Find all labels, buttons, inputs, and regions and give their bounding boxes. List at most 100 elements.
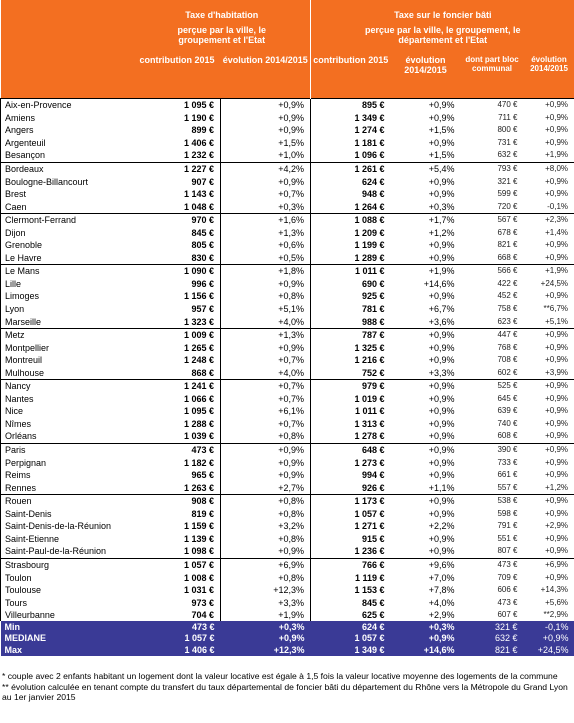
tf-contribution: 925 € bbox=[310, 290, 391, 303]
th-contribution: 1 248 € bbox=[183, 355, 214, 366]
tf-evolution: +0,9% bbox=[390, 632, 461, 645]
th-subtitle: perçue par la ville, le groupement et l'… bbox=[133, 22, 312, 55]
th-evolution: +12,3% bbox=[220, 644, 311, 656]
th-contribution: 1 057 € bbox=[133, 632, 221, 645]
bloc-communal-part: 791 € bbox=[497, 521, 518, 531]
th-contribution: 973 € bbox=[191, 597, 214, 608]
tf-contribution: 1 173 € bbox=[310, 493, 391, 508]
tf-contribution: 1 153 € bbox=[310, 583, 391, 597]
tf-contribution: 1 096 € bbox=[310, 149, 391, 163]
bloc-communal-part: 551 € bbox=[497, 533, 518, 543]
tf-contribution: 1 011 € bbox=[310, 264, 391, 278]
table-row: Argenteuil 1 406 € +1,5% 1 181 € +0,9% 731 € +… bbox=[0, 136, 574, 150]
th-evolution: +0,7% bbox=[219, 353, 311, 367]
tf-contribution: 948 € bbox=[310, 187, 391, 201]
table-row: Perpignan 1 182 € +0,9% 1 273 € +0,9% 733 € +0… bbox=[0, 456, 574, 469]
table-row: Grenoble 805 € +0,6% 1 199 € +0,9% 821 € +0,9% bbox=[0, 239, 574, 252]
table-row: Marseille 1 323 € +4,0% 988 € +3,6% 623 € +5,1… bbox=[0, 315, 574, 329]
table-row: Strasbourg 1 057 € +6,9% 766 € +9,6% 473 € +6,… bbox=[0, 557, 574, 572]
th-contribution: 957 € bbox=[191, 304, 214, 315]
bloc-communal-part: 538 € bbox=[460, 493, 524, 508]
th-evolution: +0,9% bbox=[219, 97, 311, 112]
th-contribution: 1 159 € bbox=[183, 521, 214, 532]
bloc-evolution: +0,9% bbox=[523, 353, 574, 367]
th-evolution: +4,0% bbox=[219, 366, 311, 380]
tf-evolution: +0,9% bbox=[428, 240, 455, 251]
city-name: Montpellier bbox=[0, 341, 134, 354]
bloc-evolution: +0,9% bbox=[523, 187, 574, 201]
th-evolution: +0,8% bbox=[219, 507, 311, 521]
table-row: Reims 965 € +0,9% 994 € +0,9% 661 € +0,9% bbox=[0, 468, 574, 482]
bloc-communal-part: 623 € bbox=[497, 316, 518, 326]
bloc-communal-part: 678 € bbox=[497, 227, 518, 237]
th-contribution: 1 031 € bbox=[183, 585, 214, 596]
th-evolution: +4,2% bbox=[219, 161, 311, 176]
city-name: Aix-en-Provence bbox=[0, 97, 134, 112]
tf-evolution: +3,6% bbox=[428, 316, 455, 327]
bloc-communal-part: 473 € bbox=[460, 557, 524, 572]
bloc-evolution: +5,6% bbox=[523, 596, 574, 609]
tf-contribution: 1 057 € bbox=[310, 507, 391, 521]
table-row: Besançon 1 232 € +1,0% 1 096 € +1,5% 632 € +1,… bbox=[0, 149, 574, 163]
tf-evolution: +0,9% bbox=[428, 508, 455, 519]
tf-contribution: 994 € bbox=[310, 468, 391, 482]
tf-evolution: +0,9% bbox=[428, 431, 455, 442]
tf-contribution: 624 € bbox=[310, 175, 391, 188]
table-row: Rouen 908 € +0,8% 1 173 € +0,9% 538 € +0,9% bbox=[0, 493, 574, 508]
tf-contribution: 1 011 € bbox=[310, 405, 391, 418]
tf-evolution: +0,9% bbox=[390, 442, 461, 457]
tf-contribution: 625 € bbox=[310, 608, 391, 622]
th-contribution: 473 € bbox=[133, 442, 221, 457]
tf-contribution: 979 € bbox=[310, 379, 391, 393]
th-contribution: 1 048 € bbox=[183, 201, 214, 212]
th-contribution: 830 € bbox=[191, 252, 214, 263]
bloc-communal-part: 793 € bbox=[460, 161, 524, 176]
tf-contribution: 1 199 € bbox=[310, 239, 391, 252]
bloc-evolution: +0,9% bbox=[523, 379, 574, 393]
tf-evolution: +0,9% bbox=[428, 189, 455, 200]
tf-contribution: 845 € bbox=[310, 596, 391, 609]
bloc-communal-part: 473 € bbox=[497, 597, 518, 607]
th-evolution: +0,8% bbox=[219, 532, 311, 546]
city-name: Bordeaux bbox=[0, 161, 134, 176]
th-evolution: +1,6% bbox=[219, 212, 311, 227]
tf-contribution: 915 € bbox=[310, 532, 391, 546]
tf-evolution: +9,6% bbox=[390, 557, 461, 572]
th-contribution: 1 139 € bbox=[183, 533, 214, 544]
tf-evolution: +1,9% bbox=[390, 264, 461, 278]
th-evolution: +0,7% bbox=[219, 392, 311, 406]
table-row: Nice 1 095 € +6,1% 1 011 € +0,9% 639 € +0,9% bbox=[0, 405, 574, 418]
city-name: Amiens bbox=[0, 111, 134, 125]
bloc-communal-part: 720 € bbox=[497, 201, 518, 211]
bloc-evolution: +0,9% bbox=[523, 175, 574, 188]
bloc-evolution: +0,9% bbox=[523, 392, 574, 406]
tf-contribution: 1 088 € bbox=[310, 212, 391, 227]
bloc-communal-part: 606 € bbox=[497, 585, 518, 595]
table-row: Toulon 1 008 € +0,8% 1 119 € +7,0% 709 € +0,9% bbox=[0, 571, 574, 584]
city-name: Dijon bbox=[0, 226, 134, 240]
city-name: Argenteuil bbox=[0, 136, 134, 150]
table-row: Le Mans 1 090 € +1,8% 1 011 € +1,9% 566 € +1,9… bbox=[0, 264, 574, 278]
city-name: Clermont-Ferrand bbox=[0, 212, 134, 227]
table-row: Boulogne-Billancourt 907 € +0,9% 624 € +0,9%… bbox=[0, 175, 574, 188]
table-header: Taxe d'habitation Taxe sur le foncier bâ… bbox=[0, 0, 574, 99]
bloc-evolution: +0,9% bbox=[523, 417, 574, 431]
city-name: Strasbourg bbox=[0, 557, 134, 572]
th-contribution: 1 406 € bbox=[183, 137, 214, 148]
table-row: Saint-Denis 819 € +0,8% 1 057 € +0,9% 598 € +0… bbox=[0, 507, 574, 521]
city-name: Toulon bbox=[0, 571, 134, 584]
th-contribution: 1 098 € bbox=[183, 546, 214, 557]
tf-title: Taxe sur le foncier bâti bbox=[310, 0, 574, 22]
city-name: Saint-Denis-de-la-Réunion bbox=[0, 520, 134, 533]
tf-subtitle: perçue par la ville, le groupement, le d… bbox=[310, 22, 574, 55]
bloc-communal-part: 768 € bbox=[497, 342, 518, 352]
table-row: Caen 1 048 € +0,3% 1 264 € +0,3% 720 € -0,1% bbox=[0, 200, 574, 214]
table-row: Amiens 1 190 € +0,9% 1 349 € +0,9% 711 € +0,9% bbox=[0, 111, 574, 125]
tf-contribution: 1 313 € bbox=[310, 417, 391, 431]
th-evolution: +0,9% bbox=[219, 111, 311, 125]
city-name: Perpignan bbox=[0, 456, 134, 469]
th-evolution: +2,7% bbox=[219, 481, 311, 495]
tf-contribution: 1 209 € bbox=[310, 226, 391, 240]
bloc-communal-part: 598 € bbox=[497, 508, 518, 518]
th-evolution: +0,9% bbox=[219, 341, 311, 354]
